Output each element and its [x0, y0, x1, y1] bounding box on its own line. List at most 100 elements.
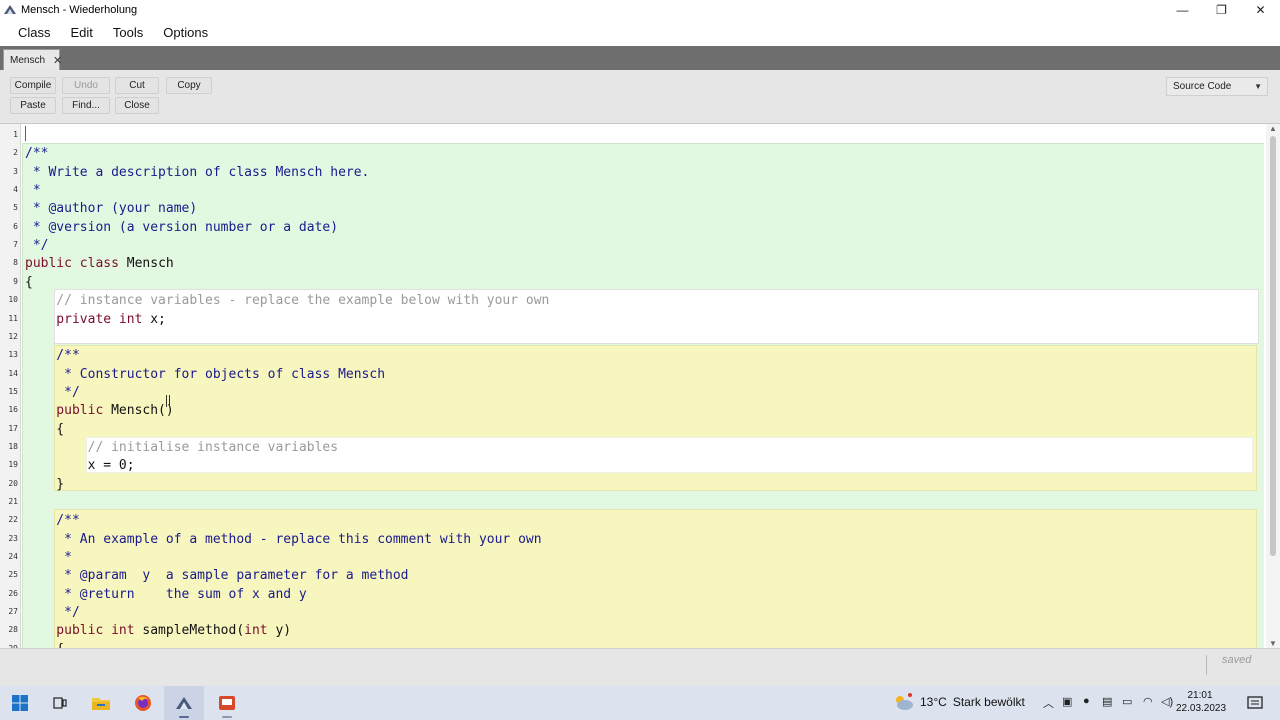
code-token: */ — [25, 238, 49, 254]
save-status: saved — [1222, 654, 1252, 666]
windows-start-icon[interactable] — [9, 692, 31, 714]
chevron-down-icon: ▼ — [1254, 82, 1262, 91]
wifi-icon[interactable]: ◠ — [1143, 695, 1153, 708]
close-button[interactable]: Close — [115, 97, 159, 114]
scrollbar-thumb[interactable] — [1270, 136, 1276, 556]
volume-icon[interactable]: ◁) — [1161, 695, 1173, 708]
weather-condition: Stark bewölkt — [952, 695, 1025, 709]
tab-label: Mensch — [10, 54, 46, 66]
webcam-icon[interactable]: ▣ — [1062, 695, 1072, 708]
editor-toolbar: Compile Undo Cut Copy Paste Find... Clos… — [0, 70, 1280, 124]
line-number: 10 — [8, 295, 18, 305]
code-token: /** — [25, 348, 80, 364]
line-number: 13 — [8, 350, 18, 360]
line-number: 19 — [8, 460, 18, 470]
tray-overflow-chevron-icon[interactable]: ︿ — [1043, 695, 1054, 711]
code-token: x; — [150, 311, 166, 327]
code-token: Mensch() — [111, 403, 174, 419]
menu-bar: Class Edit Tools Options — [0, 20, 1280, 44]
paste-button[interactable]: Paste — [10, 97, 56, 114]
code-line: * Constructor for objects of class Mensc… — [25, 367, 385, 382]
find-button[interactable]: Find... — [62, 97, 110, 114]
line-number: 1 — [13, 130, 18, 139]
line-number: 11 — [8, 313, 18, 323]
code-line: public Mensch() — [25, 403, 174, 419]
vertical-scrollbar[interactable]: ▲ ▼ — [1266, 124, 1280, 648]
close-window-button[interactable]: ✕ — [1241, 0, 1280, 20]
line-number: 18 — [8, 441, 18, 451]
code-token: * Write a description of class Mensch he… — [25, 164, 370, 180]
code-token: int — [118, 311, 151, 327]
menu-tools[interactable]: Tools — [103, 25, 153, 40]
microphone-icon[interactable]: ● — [1083, 695, 1090, 707]
minimize-button[interactable]: — — [1163, 0, 1202, 20]
tab-mensch[interactable]: Mensch ✕ — [3, 49, 62, 70]
text-caret — [25, 126, 26, 141]
weather-temperature: 13°C — [920, 695, 947, 709]
view-mode-select[interactable]: Source Code ▼ — [1166, 77, 1268, 96]
code-token: int — [111, 623, 143, 639]
menu-class[interactable]: Class — [8, 25, 61, 40]
line-number: 5 — [13, 203, 18, 213]
presentation-icon[interactable] — [216, 692, 238, 714]
code-token: * Constructor for objects of class Mensc… — [25, 366, 386, 382]
status-separator — [1206, 655, 1207, 675]
code-token: private — [25, 311, 119, 327]
code-line: } — [25, 477, 64, 492]
code-line: private int x; — [25, 312, 166, 327]
code-token: { — [25, 421, 65, 437]
copy-button[interactable]: Copy — [166, 77, 212, 94]
code-line: public int sampleMethod(int y) — [25, 623, 291, 638]
code-token: int — [244, 623, 276, 639]
running-app-indicator — [222, 716, 232, 718]
code-line: /** — [25, 513, 80, 528]
menu-options[interactable]: Options — [153, 25, 218, 40]
cut-button[interactable]: Cut — [115, 77, 159, 94]
line-number: 26 — [8, 588, 18, 598]
code-token: { — [25, 274, 33, 290]
bluej-app-icon — [4, 5, 16, 14]
code-token: /** — [25, 513, 80, 529]
code-line: { — [25, 422, 64, 437]
code-token: * @author (your name) — [25, 201, 198, 217]
scroll-down-icon[interactable]: ▼ — [1269, 639, 1277, 648]
line-number: 16 — [8, 405, 18, 415]
line-number: 4 — [13, 185, 18, 195]
code-token: * @version (a version number or a date) — [25, 219, 339, 235]
tab-close-icon[interactable]: ✕ — [53, 54, 62, 67]
window-controls: — ❐ ✕ — [1163, 0, 1280, 20]
notifications-icon[interactable] — [1244, 692, 1266, 714]
bluej-icon[interactable] — [173, 692, 195, 714]
battery-icon[interactable]: ▭ — [1122, 695, 1132, 708]
code-token: */ — [25, 384, 80, 400]
firefox-icon[interactable] — [132, 692, 154, 714]
menu-edit[interactable]: Edit — [61, 25, 103, 40]
task-view-icon[interactable] — [49, 692, 71, 714]
code-line: { — [25, 275, 33, 290]
compile-button[interactable]: Compile — [10, 77, 56, 94]
file-explorer-icon[interactable] — [90, 692, 112, 714]
text-cursor-icon — [166, 395, 170, 407]
code-token: sampleMethod( — [142, 623, 245, 639]
cloud-sun-icon — [896, 693, 913, 710]
status-bar: saved — [0, 648, 1280, 686]
scroll-up-icon[interactable]: ▲ — [1269, 124, 1277, 133]
code-token: * @param y a sample parameter for a meth… — [25, 568, 409, 584]
code-token: * @return the sum of x and y — [25, 586, 307, 602]
line-number: 28 — [8, 625, 18, 635]
weather-widget[interactable]: 13°C Stark bewölkt — [892, 693, 1025, 711]
code-line: */ — [25, 605, 80, 620]
meet-now-icon[interactable]: ▤ — [1102, 695, 1112, 708]
code-editor[interactable]: 1 2/** 3 * Write a description of class Me… — [0, 124, 1280, 648]
undo-button[interactable]: Undo — [62, 77, 110, 94]
system-clock[interactable]: 21:01 22.03.2023 — [1176, 689, 1226, 715]
line-number: 25 — [8, 570, 18, 580]
code-line: * — [25, 550, 72, 565]
restore-button[interactable]: ❐ — [1202, 0, 1241, 20]
code-token: class — [79, 256, 127, 272]
code-line: * @param y a sample parameter for a meth… — [25, 568, 409, 584]
line-number: 15 — [8, 386, 18, 396]
active-app-indicator — [179, 716, 189, 718]
title-bar: Mensch - Wiederholung — ❐ ✕ — [0, 0, 1280, 20]
code-line: /** — [25, 146, 48, 161]
